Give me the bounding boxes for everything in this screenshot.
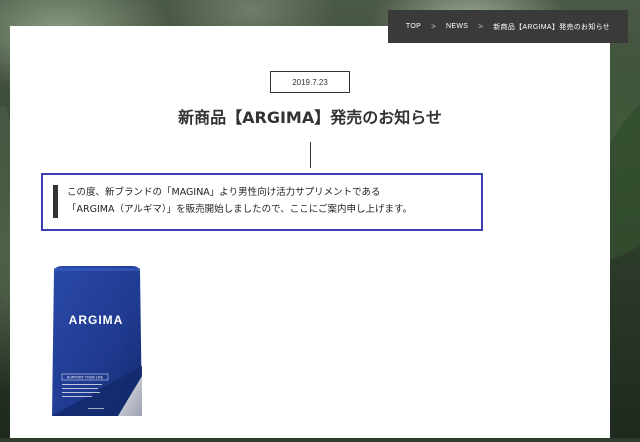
- breadcrumb-current: 新商品【ARGIMA】発売のお知らせ: [493, 23, 611, 31]
- lead-text: この度、新ブランドの「MAGINA」より男性向け活力サプリメントである 「ARG…: [67, 184, 477, 218]
- pack-tagline: SUPPORT YOUR LIFE: [67, 376, 104, 380]
- breadcrumb-news-link[interactable]: NEWS: [446, 23, 468, 30]
- product-image: ARGIMA SUPPORT YOUR LIFE: [48, 266, 144, 438]
- lead-line: 「ARGIMA（アルギマ）」を販売開始しましたので、ここにご案内申し上げます。: [67, 204, 413, 215]
- divider-line: [310, 142, 311, 168]
- article-date: 2019.7.23: [270, 71, 350, 93]
- breadcrumb-separator: >: [431, 22, 437, 31]
- lead-accent-bar: [53, 185, 58, 218]
- pack-brand-text: ARGIMA: [69, 313, 124, 327]
- lead-box: この度、新ブランドの「MAGINA」より男性向け活力サプリメントである 「ARG…: [41, 173, 483, 231]
- breadcrumb-top-link[interactable]: TOP: [406, 23, 421, 30]
- breadcrumb-separator: >: [478, 22, 484, 31]
- breadcrumb: TOP > NEWS > 新商品【ARGIMA】発売のお知らせ: [388, 10, 628, 43]
- lead-line: この度、新ブランドの「MAGINA」より男性向け活力サプリメントである: [67, 187, 381, 198]
- page-title: 新商品【ARGIMA】発売のお知らせ: [178, 108, 442, 127]
